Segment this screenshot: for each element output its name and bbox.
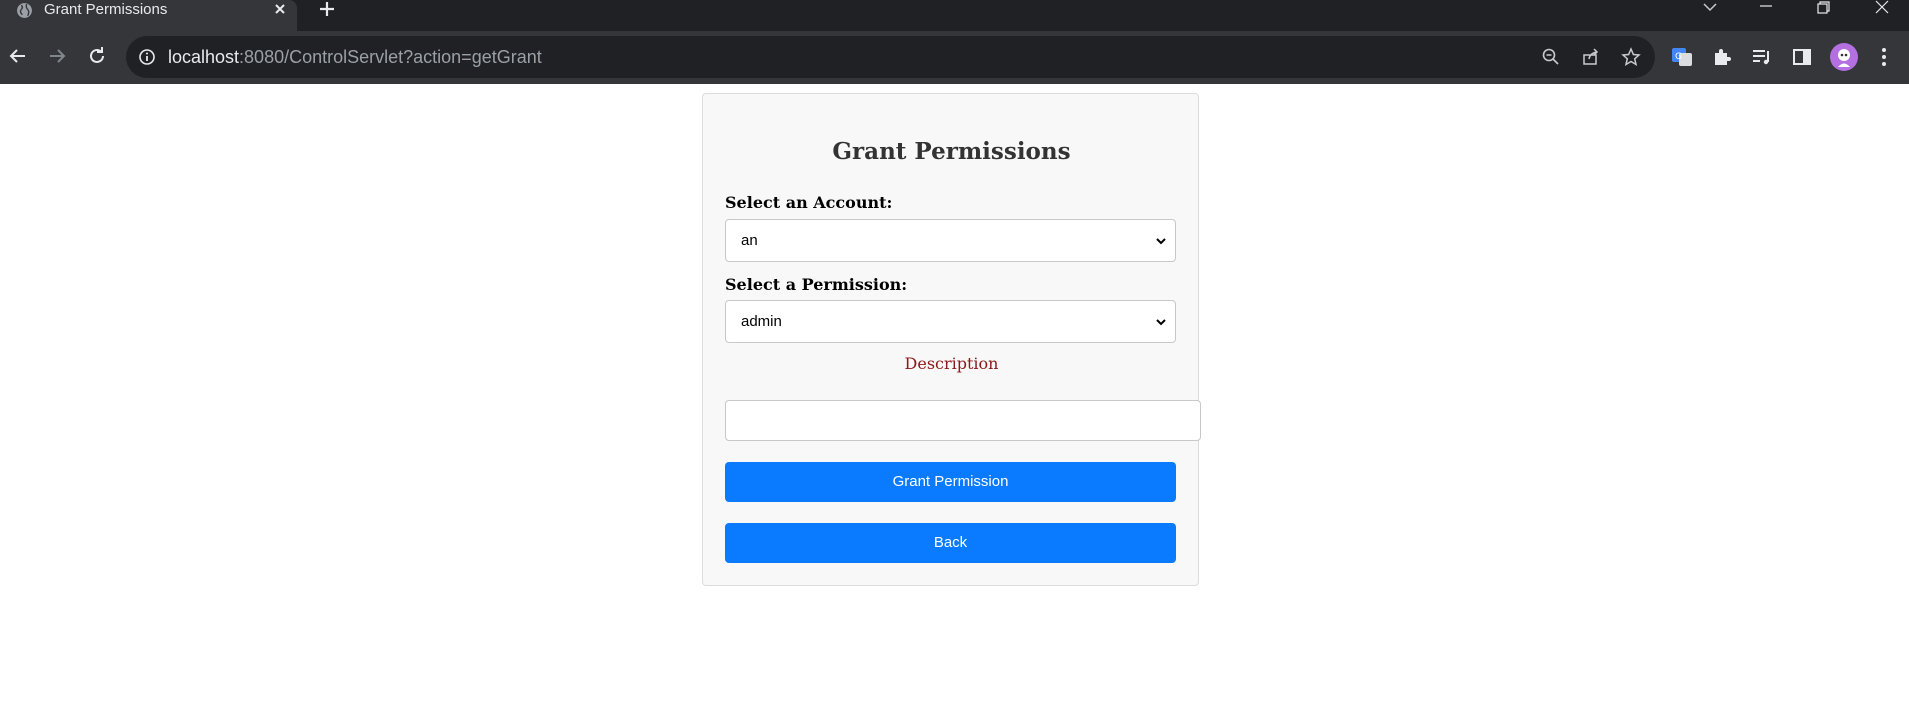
chevron-down-icon — [1156, 319, 1166, 326]
google-translate-icon[interactable]: G — [1670, 45, 1694, 69]
browser-toolbar: localhost:8080/ControlServlet?action=get… — [0, 31, 1909, 84]
share-icon[interactable] — [1581, 47, 1601, 67]
site-info-icon[interactable] — [138, 48, 156, 66]
chevron-down-icon — [1156, 238, 1166, 245]
zoom-icon[interactable] — [1541, 47, 1561, 67]
profile-avatar[interactable] — [1830, 43, 1858, 71]
extensions-puzzle-icon[interactable] — [1710, 45, 1734, 69]
minimize-icon[interactable] — [1756, 0, 1776, 16]
tab-strip: Grant Permissions — [0, 0, 1909, 31]
close-tab-icon[interactable] — [272, 1, 288, 17]
account-select[interactable]: an — [725, 219, 1176, 262]
account-label: Select an Account: — [725, 193, 893, 212]
reload-icon[interactable] — [86, 45, 108, 67]
side-panel-icon[interactable] — [1790, 45, 1814, 69]
restore-icon[interactable] — [1813, 0, 1833, 16]
reading-list-icon[interactable] — [1750, 45, 1774, 69]
url-host: localhost — [168, 47, 240, 67]
profile-avatar-icon — [1838, 49, 1850, 67]
tab-title: Grant Permissions — [44, 1, 168, 18]
back-button[interactable]: Back — [725, 523, 1176, 563]
new-tab-icon[interactable] — [318, 0, 336, 18]
globe-icon — [17, 3, 32, 18]
permission-select[interactable]: admin — [725, 300, 1176, 343]
permission-select-value: admin — [741, 313, 782, 330]
tab-search-chevron-icon[interactable] — [1700, 0, 1720, 16]
close-window-icon[interactable] — [1872, 0, 1892, 16]
permission-label: Select a Permission: — [725, 275, 908, 294]
description-input[interactable] — [725, 400, 1201, 441]
url-path: :8080/ControlServlet?action=getGrant — [239, 47, 542, 67]
description-label: Description — [904, 354, 999, 373]
bookmark-star-icon[interactable] — [1621, 47, 1641, 67]
page-title: Grant Permissions — [832, 138, 1071, 165]
url-text: localhost:8080/ControlServlet?action=get… — [168, 36, 542, 78]
forward-arrow-icon[interactable] — [46, 45, 68, 67]
tab-grant-permissions[interactable]: Grant Permissions — [0, 0, 297, 31]
back-arrow-icon[interactable] — [7, 45, 29, 67]
account-select-value: an — [741, 232, 758, 249]
grant-permissions-form: Grant Permissions Select an Account: an … — [702, 93, 1201, 586]
grant-permission-button[interactable]: Grant Permission — [725, 462, 1176, 502]
svg-text:G: G — [1675, 52, 1682, 62]
address-bar[interactable]: localhost:8080/ControlServlet?action=get… — [126, 36, 1655, 78]
more-menu-icon[interactable] — [1872, 45, 1896, 69]
